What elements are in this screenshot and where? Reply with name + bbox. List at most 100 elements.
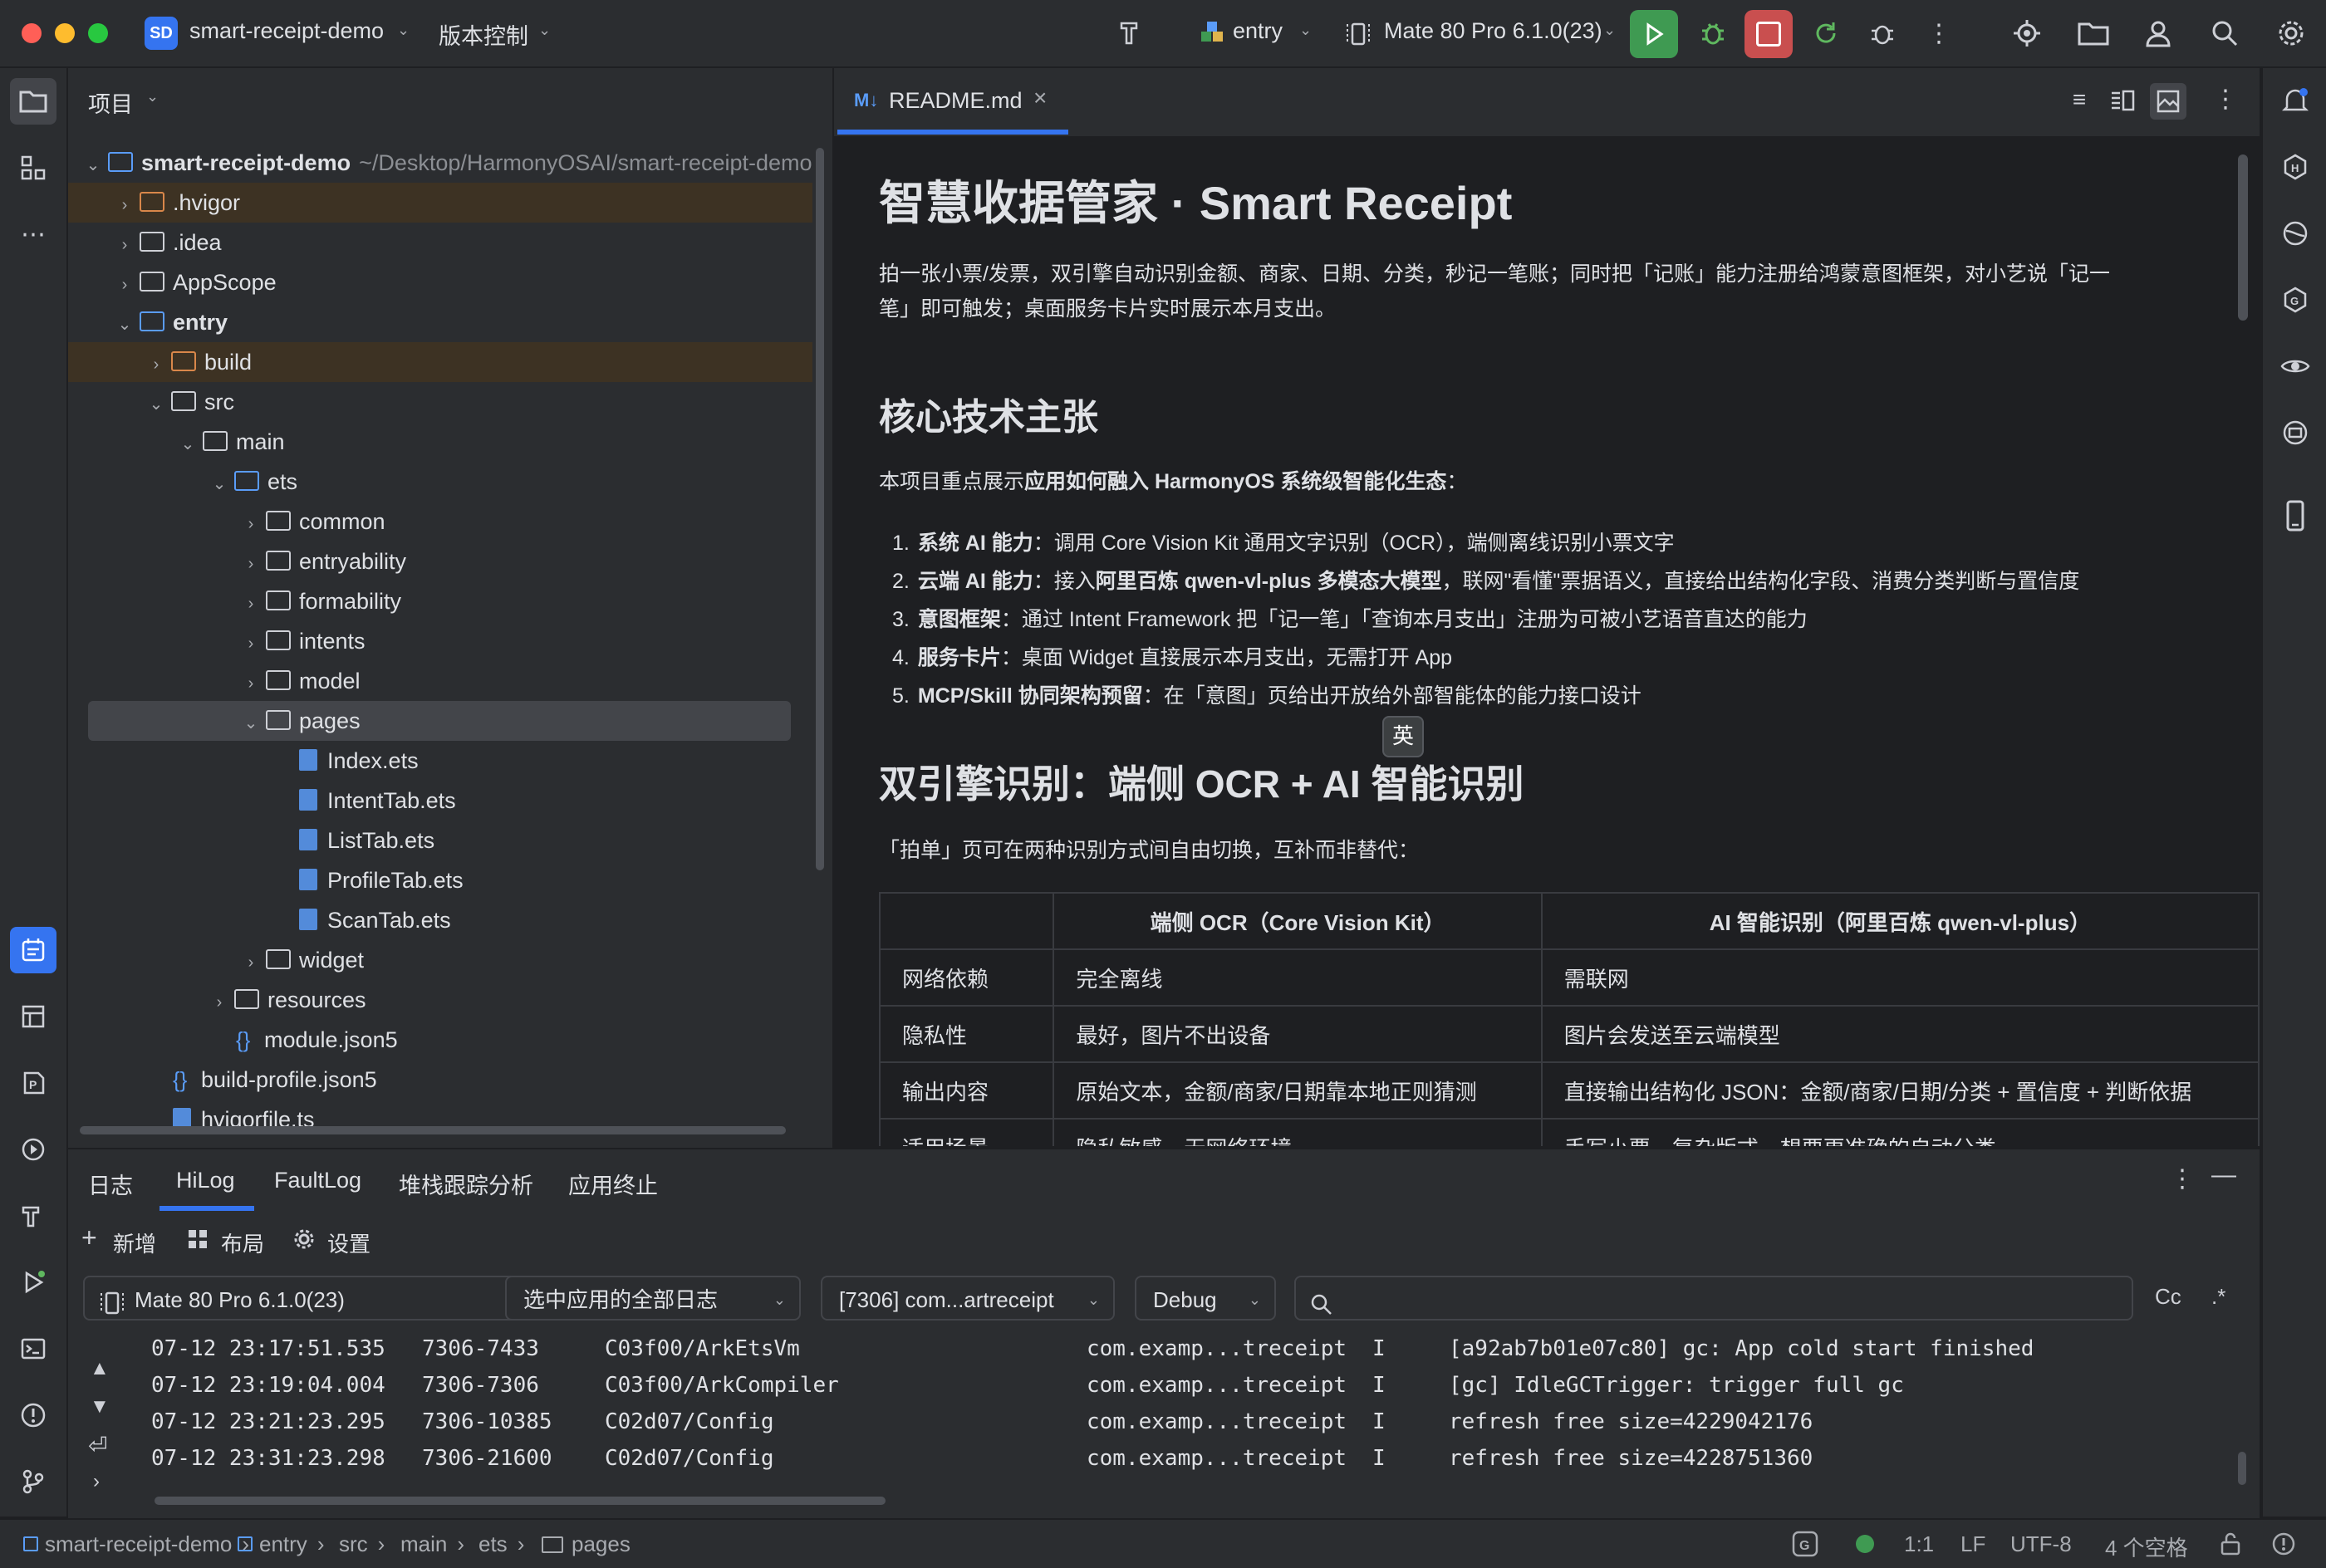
chevron-right-icon[interactable]: › [113,225,136,265]
layout-inspector-icon[interactable] [10,993,56,1040]
tree-node[interactable]: ⌄ pages [239,701,361,741]
log-process-select[interactable]: [7306] com...artreceipt ⌄ [821,1276,1115,1321]
tree-node[interactable]: ⌄ smart-receipt-demo ~/Desktop/HarmonyOSAI… [81,143,812,183]
chevron-right-icon[interactable]: › [145,345,168,385]
log-row[interactable]: 07-12 23:19:04.004 7306-7306 C03f00/ArkCom… [151,1367,2145,1404]
project-tree-vertical-scrollbar[interactable] [816,148,824,870]
file-encoding[interactable]: UTF-8 [2010,1531,2072,1557]
tree-node[interactable]: › formability [239,581,401,621]
preview-only-icon[interactable] [2150,83,2186,120]
tree-node[interactable]: › build [145,342,252,382]
chevron-right-icon[interactable]: › [113,265,136,305]
chevron-right-icon[interactable]: › [113,185,136,225]
run-button[interactable] [1630,10,1678,58]
log-row[interactable]: 07-12 23:31:23.298 7306-21600 C02d07/Confi… [151,1440,2145,1477]
log-panel-tab[interactable]: 日志 [88,1168,133,1200]
stop-button[interactable] [1744,10,1793,58]
line-ending[interactable]: LF [1960,1531,1985,1557]
log-horizontal-scrollbar[interactable] [155,1497,886,1505]
chevron-down-icon[interactable]: ⌄ [113,305,136,345]
tree-node[interactable]: ⌄ entry [113,302,228,342]
regex-toggle[interactable]: .* [2211,1284,2225,1310]
tree-node[interactable]: › common [239,502,385,541]
tree-node[interactable]: ⌄ main [176,422,285,462]
log-panel-tab[interactable]: HiLog [176,1168,235,1193]
tree-node[interactable]: › intents [239,621,366,661]
account-icon[interactable] [2140,15,2176,51]
editor-only-view-icon[interactable]: ≡ [2063,86,2095,118]
chevron-right-icon[interactable]: › [239,624,263,664]
breadcrumb-item[interactable]: pages [542,1531,631,1557]
chevron-down-icon[interactable]: ⌄ [239,703,263,743]
scroll-down-icon[interactable]: ▼ [90,1395,110,1419]
structure-icon[interactable] [10,145,56,191]
log-row[interactable]: 07-12 23:17:51.535 7306-7433 C03f00/ArkEts… [151,1330,2145,1367]
tree-node[interactable]: › AppScope [113,262,277,302]
build-icon[interactable] [10,1193,56,1239]
log-device-select[interactable]: Mate 80 Pro 6.1.0(23) ⌄ [83,1276,555,1321]
more-vertical-icon[interactable]: ⋮ [2170,1164,2195,1193]
breadcrumb-item[interactable]: entry › [238,1531,324,1557]
indent-setting[interactable]: 4 个空格 [2105,1531,2188,1562]
tree-node[interactable]: {} module.json5 [208,1020,398,1060]
folder-settings-icon[interactable] [2075,15,2112,51]
tree-node[interactable]: Index.ets [271,741,419,781]
chevron-right-icon[interactable]: › [239,584,263,624]
settings-gear-icon[interactable] [2273,15,2309,51]
chevron-down-icon[interactable]: ⌄ [81,145,105,185]
device-preview-icon[interactable] [2276,497,2314,535]
profiler-icon[interactable]: P [10,1060,56,1106]
zoom-window-button[interactable] [88,23,108,43]
scroll-up-icon[interactable]: ▲ [90,1357,110,1380]
attach-debugger-icon[interactable] [1864,15,1901,51]
tree-node[interactable]: ProfileTab.ets [271,860,464,900]
chevron-right-icon[interactable]: › [93,1470,100,1493]
chevron-right-icon[interactable]: › [239,943,263,982]
breadcrumb-item[interactable]: src › [339,1531,385,1557]
tab-readme[interactable]: M↓ README.md × [834,68,1068,136]
minimize-window-button[interactable] [55,23,75,43]
breadcrumb-item[interactable]: smart-receipt-demo › [23,1531,249,1557]
log-vertical-scrollbar[interactable] [2238,1452,2246,1485]
hilog-panel-icon[interactable] [10,927,56,973]
services-icon[interactable] [10,1126,56,1173]
log-panel-tab[interactable]: 堆栈跟踪分析 [399,1168,533,1200]
device-manager-icon[interactable] [2009,15,2045,51]
project-folder-icon[interactable] [10,78,56,125]
chevron-right-icon[interactable]: › [239,664,263,703]
tree-node[interactable]: › model [239,661,361,701]
log-search-field[interactable] [1294,1276,2133,1321]
cursor-position[interactable]: 1:1 [1904,1531,1934,1557]
terminal-icon[interactable] [10,1325,56,1372]
git-icon[interactable] [10,1458,56,1505]
log-scope-select[interactable]: 选中应用的全部日志 ⌄ [505,1276,801,1321]
editor-vertical-scrollbar[interactable] [2238,154,2248,321]
chevron-right-icon[interactable]: › [208,982,231,1022]
chevron-down-icon[interactable]: ⌄ [176,424,199,464]
tree-node[interactable]: {} build-profile.json5 [145,1060,377,1100]
tree-node[interactable]: ⌄ ets [208,462,297,502]
log-level-select[interactable]: Debug ⌄ [1135,1276,1276,1321]
gradle-icon[interactable]: G [2276,281,2314,319]
tree-node[interactable]: › widget [239,940,364,980]
notifications-bell-icon[interactable] [2276,81,2314,120]
tree-node[interactable]: › .idea [113,223,222,262]
problems-status-icon[interactable] [2271,1531,2296,1556]
status-indicator-dot[interactable] [1856,1535,1874,1553]
debug-bug-icon[interactable] [1695,15,1731,51]
tree-node[interactable]: › .hvigor [113,183,240,223]
previewer-eye-icon[interactable] [2276,347,2314,385]
rerun-icon[interactable] [1808,15,1844,51]
chevron-right-icon[interactable]: › [239,544,263,584]
run-panel-icon[interactable] [10,1259,56,1306]
markdown-preview[interactable]: 智慧收据管家 · Smart Receipt 拍一张小票/发票，双引擎自动识别金… [834,138,2260,1146]
chevron-down-icon[interactable]: ⌄ [208,464,231,504]
tree-node[interactable]: ScanTab.ets [271,900,451,940]
lock-icon[interactable] [2218,1531,2243,1556]
ai-assistant-icon[interactable] [2276,214,2314,252]
build-hammer-icon[interactable] [1113,15,1150,51]
more-horizontal-icon[interactable]: ⋯ [10,211,56,257]
match-case-toggle[interactable]: Cc [2155,1284,2181,1310]
search-icon[interactable] [2206,15,2243,51]
close-tab-icon[interactable]: × [1033,85,1047,111]
